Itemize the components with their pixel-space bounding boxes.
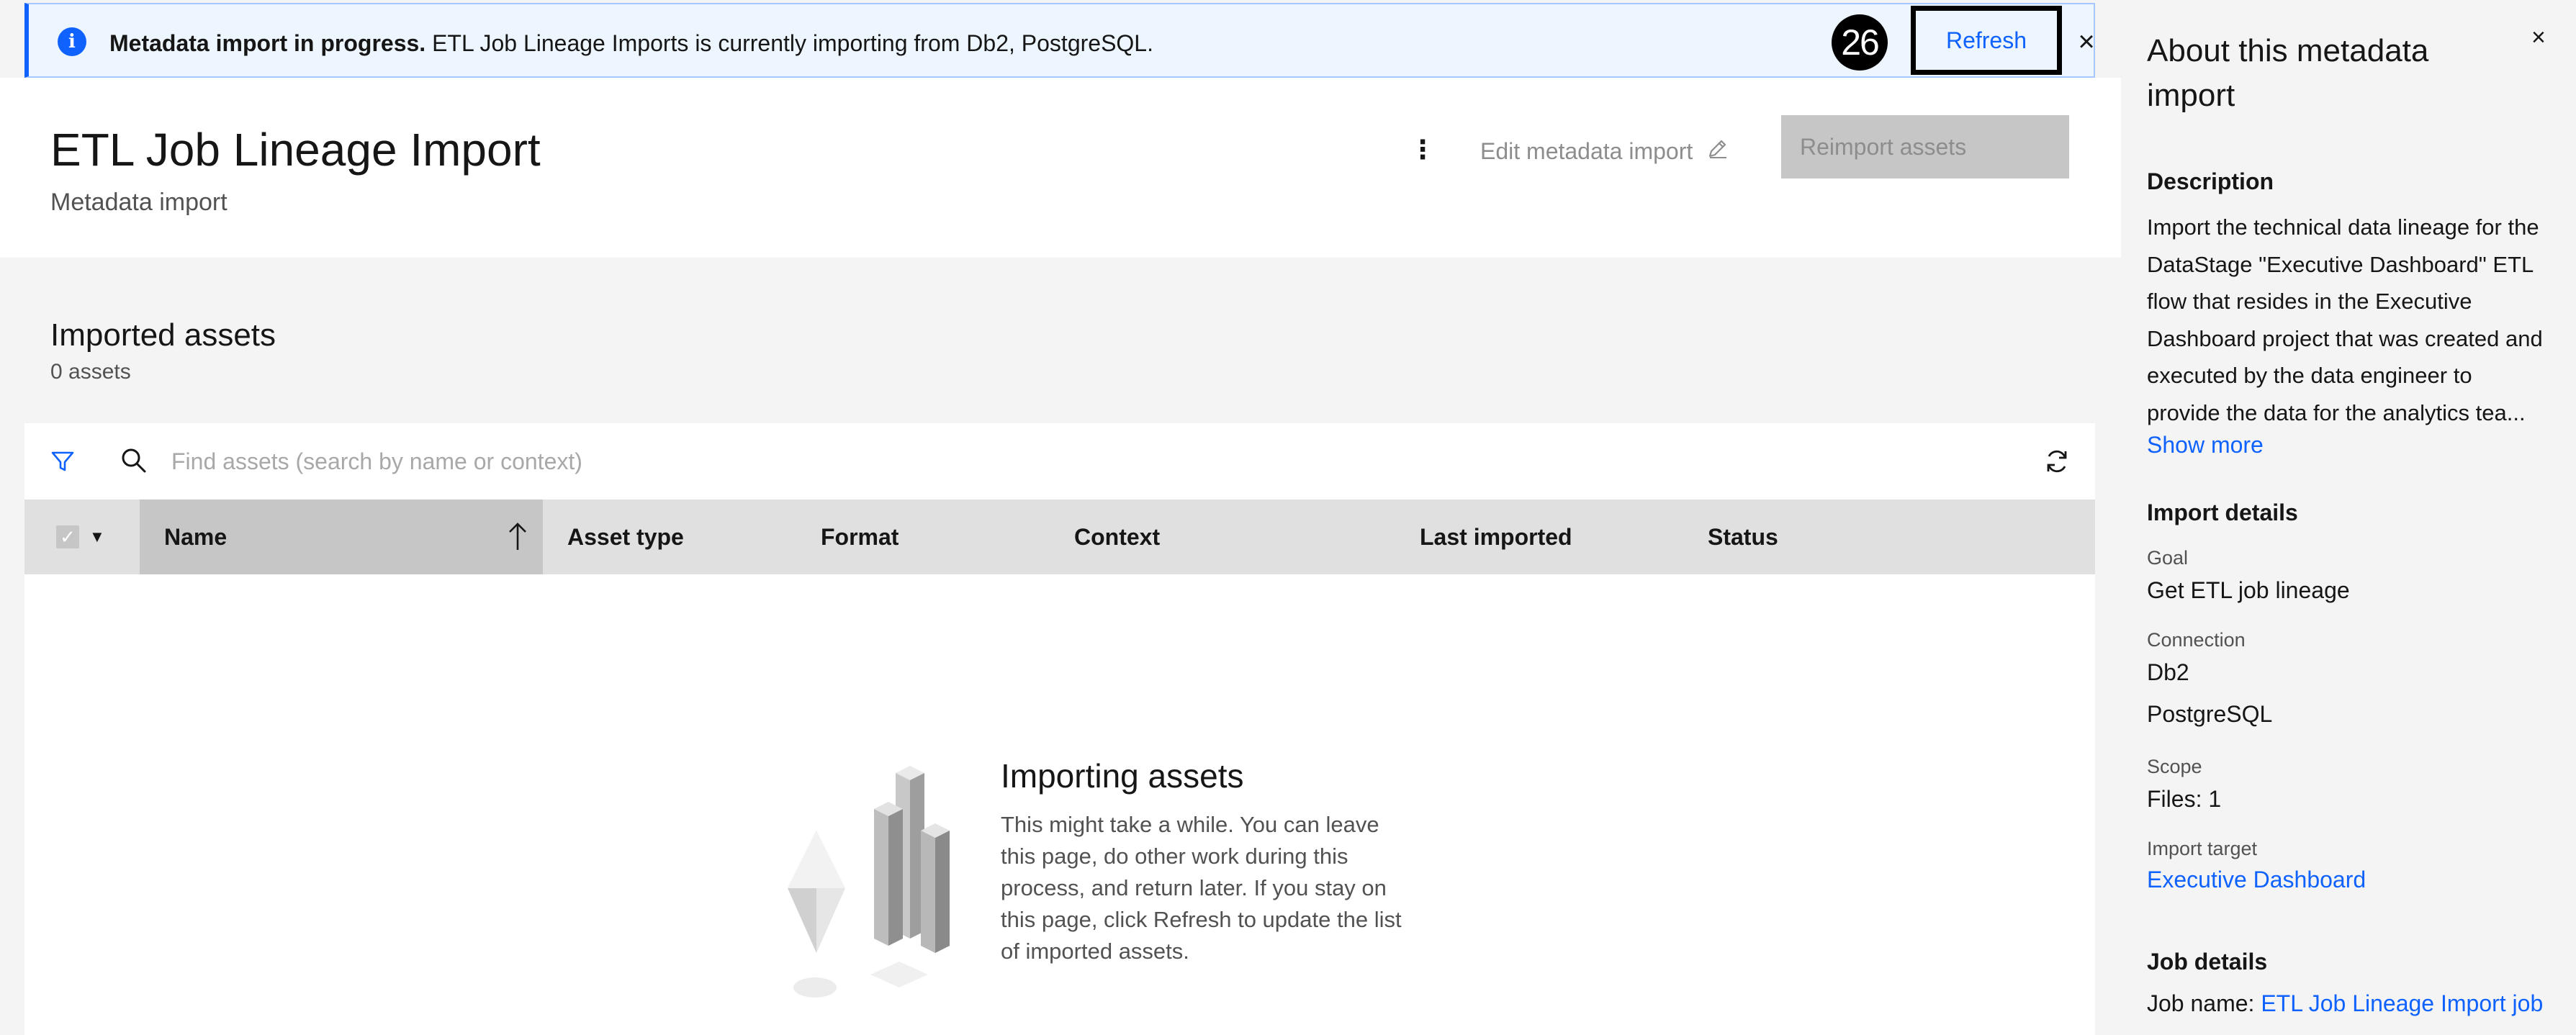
scope-label: Scope [2147,756,2202,777]
refresh-button[interactable]: Refresh [1911,6,2062,75]
notification-message: Metadata import in progress. ETL Job Lin… [109,29,1153,58]
table-header: ✓ ▼ Name Asset type Format Context Last … [24,500,2095,574]
job-name-row: Job name: ETL Job Lineage Import job [2147,990,2543,1017]
job-name-label: Job name: [2147,990,2255,1016]
search-input[interactable] [171,440,1899,482]
pencil-icon [1707,137,1729,165]
page-subtitle: Metadata import [50,189,228,216]
notification-body: ETL Job Lineage Imports is currently imp… [432,30,1153,56]
table-toolbar [24,423,2095,500]
show-more-link[interactable]: Show more [2147,432,2264,458]
import-target-label: Import target [2147,838,2258,859]
close-panel-icon[interactable]: × [2531,22,2546,53]
job-name-link[interactable]: ETL Job Lineage Import job [2261,990,2543,1016]
refresh-table-icon[interactable] [2042,446,2072,476]
chevron-down-icon[interactable]: ▼ [89,525,105,548]
description-text: Import the technical data lineage for th… [2147,214,2543,425]
page-title: ETL Job Lineage Import [50,124,541,176]
close-notification-icon[interactable]: × [2068,23,2105,60]
import-progress-notification: i Metadata import in progress. ETL Job L… [24,3,2095,78]
about-import-side-panel: About this metadata import × Description… [2121,0,2576,1035]
scope-value: Files: 1 [2147,786,2222,812]
connection-value: PostgreSQL [2147,701,2273,727]
column-header-name-label: Name [164,523,228,550]
search-icon [120,446,148,475]
column-header-name[interactable]: Name [140,500,543,574]
goal-label: Goal [2147,547,2189,569]
sort-ascending-icon[interactable] [507,520,528,554]
column-header-last-imported[interactable]: Last imported [1420,500,1572,574]
step-number-badge: 26 [1832,14,1888,71]
connection-label: Connection [2147,629,2246,651]
info-icon: i [58,27,86,56]
page-header: ETL Job Lineage Import Metadata import ⋮… [0,78,2121,258]
job-details-heading: Job details [2147,949,2268,975]
reimport-assets-button[interactable]: Reimport assets [1781,115,2069,178]
connection-value: Db2 [2147,659,2189,685]
goal-value: Get ETL job lineage [2147,577,2350,603]
imported-assets-heading: Imported assets [50,317,276,353]
description-heading: Description [2147,168,2274,194]
table-body: Importing assets This might take a while… [24,574,2095,1035]
importing-illustration [773,759,989,1003]
column-header-format[interactable]: Format [821,500,899,574]
column-header-status[interactable]: Status [1708,500,1778,574]
edit-metadata-import-button[interactable]: Edit metadata import [1480,132,1729,170]
edit-metadata-import-label: Edit metadata import [1480,137,1693,164]
import-details-heading: Import details [2147,500,2298,525]
assets-count: 0 assets [50,360,131,384]
side-panel-title: About this metadata import [2147,33,2429,113]
import-target-link[interactable]: Executive Dashboard [2147,867,2366,893]
empty-state-text: This might take a while. You can leave t… [1001,812,1402,964]
column-header-context[interactable]: Context [1074,500,1160,574]
filter-icon[interactable] [49,448,76,475]
empty-state-title: Importing assets [1001,757,1244,795]
main-area: i Metadata import in progress. ETL Job L… [0,0,2121,1035]
column-header-asset-type[interactable]: Asset type [567,500,684,574]
select-all-checkbox[interactable]: ✓ [56,525,79,548]
overflow-menu-icon[interactable]: ⋮ [1408,130,1437,170]
notification-title: Metadata import in progress. [109,30,426,56]
